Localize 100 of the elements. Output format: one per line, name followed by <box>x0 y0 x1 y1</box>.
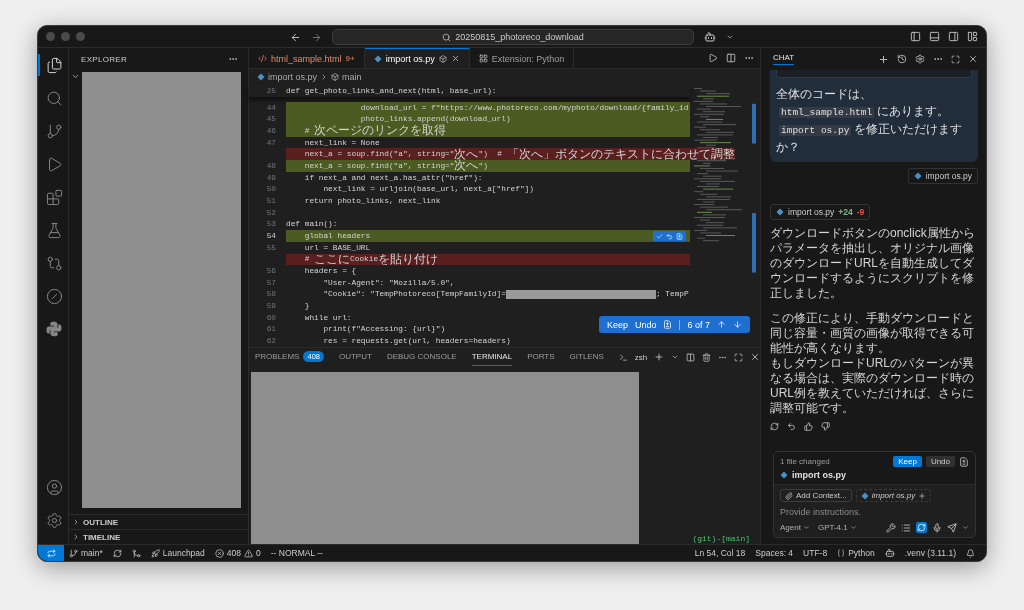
launchpad-status[interactable]: Launchpad <box>145 548 210 558</box>
send-icon[interactable] <box>947 522 957 533</box>
panel-bottom-icon[interactable] <box>929 31 940 42</box>
close-icon[interactable] <box>450 54 460 63</box>
sidebar-title: EXPLORER <box>81 54 127 64</box>
down-arrow-icon[interactable] <box>733 320 742 329</box>
diff-icon[interactable] <box>959 456 969 467</box>
context-file-chip[interactable]: import os.py <box>855 489 932 502</box>
warning-icon <box>244 548 253 558</box>
panel-tab[interactable]: OUTPUT <box>339 348 372 366</box>
mode-dropdown[interactable]: Agent <box>780 523 810 532</box>
paperclip-icon <box>785 491 793 500</box>
undo-icon[interactable] <box>666 232 673 240</box>
removed-count: -9 <box>856 207 865 217</box>
python-file-icon <box>780 471 788 479</box>
panel-tab[interactable]: TERMINAL <box>471 348 513 366</box>
keep-button[interactable]: Keep <box>606 319 628 330</box>
command-search-field[interactable]: 20250815_photoreco_download <box>332 29 694 45</box>
problems-status[interactable]: 408 0 <box>209 548 266 558</box>
tab-label: PROBLEMS <box>255 352 300 361</box>
keep-button[interactable]: Keep <box>893 456 922 467</box>
chevron-down-icon[interactable] <box>71 72 80 81</box>
thumbs-up-icon[interactable] <box>804 422 813 431</box>
thumbs-down-icon[interactable] <box>821 422 830 431</box>
search-text: 20250815_photoreco_download <box>455 32 584 42</box>
language-status[interactable]: Python <box>832 548 880 558</box>
maximize-icon[interactable] <box>951 54 960 64</box>
changes-chip[interactable]: import os.py +24 -9 <box>770 204 871 220</box>
undo-button[interactable]: Undo <box>634 319 657 330</box>
chevron-icon[interactable] <box>726 33 734 41</box>
plus-icon[interactable] <box>654 352 665 362</box>
settings-icon[interactable] <box>915 54 925 64</box>
undo-icon[interactable] <box>787 422 796 431</box>
panel-tab[interactable]: GITLENS <box>569 348 604 366</box>
rocket-icon <box>150 548 160 558</box>
tools-icon[interactable] <box>886 522 896 533</box>
status-item[interactable]: UTF-8 <box>798 548 833 558</box>
python-file-icon <box>913 172 922 180</box>
python-file-icon <box>373 54 382 63</box>
panel-left-icon[interactable] <box>910 31 921 42</box>
close-icon[interactable] <box>968 54 978 64</box>
split-editor-icon[interactable] <box>726 53 736 63</box>
cube-icon <box>331 72 340 81</box>
python-file-icon <box>860 491 869 500</box>
braces-icon <box>837 549 846 557</box>
model-dropdown[interactable]: GPT-4.1 <box>817 523 857 532</box>
auto-approve-toggle[interactable] <box>916 522 927 533</box>
panel-tab[interactable]: DEBUG CONSOLE <box>386 348 457 366</box>
file-chip[interactable]: import os.py <box>907 168 978 184</box>
error-icon <box>214 548 224 558</box>
panel-tab[interactable]: PORTS <box>527 348 555 366</box>
preview-icon[interactable] <box>438 54 447 63</box>
list-icon[interactable] <box>901 522 911 533</box>
python-file-icon <box>257 72 265 81</box>
python-file-icon <box>776 208 784 216</box>
forward-icon[interactable] <box>311 31 322 43</box>
tab-label: import os.py <box>385 53 435 64</box>
change-position: 6 of 7 <box>687 319 710 330</box>
chevron-down-icon <box>802 524 810 531</box>
status-item[interactable]: .venv (3.11.1) <box>899 548 961 558</box>
microphone-icon[interactable] <box>932 522 942 533</box>
remote-button[interactable] <box>38 545 64 561</box>
terminal-prompt: (git)-[main] <box>692 534 750 543</box>
changed-file-name[interactable]: import os.py <box>792 470 846 480</box>
back-icon[interactable] <box>290 31 301 43</box>
run-icon[interactable] <box>708 53 718 63</box>
branch-status[interactable]: main* <box>64 548 108 558</box>
prompt-input[interactable]: Provide instructions. <box>780 507 969 517</box>
breadcrumb-item[interactable]: import os.py <box>268 71 318 82</box>
added-count: +24 <box>838 207 853 217</box>
chevron-icon[interactable] <box>962 524 969 531</box>
layout-icon[interactable] <box>967 31 978 42</box>
retry-icon[interactable] <box>770 422 779 431</box>
bot-icon[interactable] <box>704 31 716 43</box>
code-icon <box>258 54 267 63</box>
close-icon[interactable] <box>750 352 761 362</box>
file-name: import os.py <box>871 491 916 500</box>
status-item[interactable]: Spaces: 4 <box>750 548 799 558</box>
breadcrumb-item[interactable]: main <box>342 71 362 82</box>
error-count: 408 <box>226 548 241 558</box>
section-header[interactable]: OUTLINE <box>69 514 248 529</box>
check-icon[interactable] <box>656 232 663 240</box>
status-item[interactable]: Ln 54, Col 18 <box>689 548 751 558</box>
editor-tab[interactable]: import os.py <box>364 48 470 68</box>
vim-mode: -- NORMAL -- <box>269 548 324 558</box>
up-arrow-icon[interactable] <box>717 320 726 329</box>
maximize-icon[interactable] <box>734 352 744 362</box>
search-icon <box>442 32 452 42</box>
trash-icon[interactable] <box>702 352 712 362</box>
chat-title[interactable]: CHAT <box>773 53 795 65</box>
grid-icon <box>478 54 488 63</box>
panel-right-icon[interactable] <box>948 31 959 42</box>
plus-icon[interactable] <box>878 53 889 65</box>
history-icon[interactable] <box>897 54 907 64</box>
changes-summary: 1 file changed <box>780 457 830 466</box>
chevron-icon[interactable] <box>671 353 680 361</box>
response-text: ダウンロードボタンのonclick属性からパラメータを抽出し、オリジナル画像のダウンロードURLを自動生成してダウンロードするようにスクリプトを修正しました。 <box>770 226 976 301</box>
undo-button[interactable]: Undo <box>925 456 955 467</box>
split-icon[interactable] <box>686 352 696 362</box>
add-context-button[interactable]: Add Context... <box>780 489 852 502</box>
